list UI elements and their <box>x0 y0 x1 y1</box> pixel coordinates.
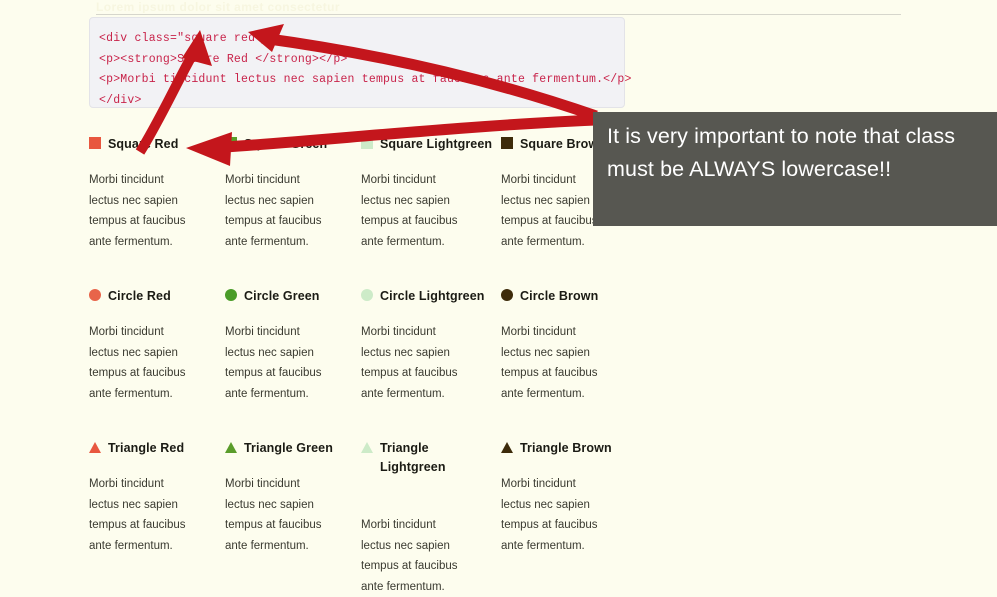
shape-item-header: Circle Green <box>225 287 361 306</box>
shape-item-body: Morbi tincidunt lectus nec sapien tempus… <box>225 174 322 248</box>
shape-item-header: Triangle Brown <box>501 439 637 458</box>
circle-swatch-icon <box>225 289 237 301</box>
code-line-2: <p><strong>Square Red </strong></p> <box>99 52 348 66</box>
shape-item-triangle-green: Triangle Green Morbi tincidunt lectus nec… <box>225 439 361 556</box>
triangle-swatch-icon <box>225 442 237 453</box>
shape-item-body: Morbi tincidunt lectus nec sapien tempus… <box>501 174 598 248</box>
shape-item-title: Square Green <box>244 137 328 151</box>
shape-item-title: Triangle Brown <box>520 441 612 455</box>
shape-row-square: Square Red Morbi tincidunt lectus nec sap… <box>89 135 609 285</box>
shape-item-square-red: Square Red Morbi tincidunt lectus nec sap… <box>89 135 225 252</box>
shape-item-title: Circle Brown <box>520 289 599 303</box>
shape-item-header: Circle Brown <box>501 287 637 306</box>
shape-item-square-green: Square Green Morbi tincidunt lectus nec s… <box>225 135 361 252</box>
shape-item-title: Circle Lightgreen <box>380 289 485 303</box>
circle-swatch-icon <box>361 289 373 301</box>
shape-item-header: Circle Lightgreen <box>361 287 497 306</box>
annotation-tooltip: It is very important to note that class … <box>593 112 997 226</box>
circle-swatch-icon <box>89 289 101 301</box>
shape-row-triangle: Triangle Red Morbi tincidunt lectus nec s… <box>89 439 612 597</box>
shape-item-body: Morbi tincidunt lectus nec sapien tempus… <box>501 478 598 552</box>
shape-item-header: Square Green <box>225 135 361 154</box>
square-swatch-icon <box>501 137 513 149</box>
square-swatch-icon <box>361 137 373 149</box>
ghost-header-text: Lorem ipsum dolor sit amet consectetur <box>96 0 340 13</box>
triangle-swatch-icon <box>501 442 513 453</box>
code-line-3: <p>Morbi tincidunt lectus nec sapien tem… <box>99 73 632 86</box>
shape-item-triangle-brown: Triangle Brown Morbi tincidunt lectus nec… <box>501 439 637 556</box>
shape-item-title: Triangle Lightgreen <box>380 441 446 474</box>
shape-item-triangle-lightgreen: Triangle Lightgreen Morbi tincidunt lectu… <box>361 439 497 597</box>
shape-item-body: Morbi tincidunt lectus nec sapien tempus… <box>501 326 598 400</box>
square-swatch-icon <box>225 137 237 149</box>
shape-item-title: Circle Green <box>244 289 320 303</box>
shape-item-title: Square Red <box>108 137 179 151</box>
page-root: Lorem ipsum dolor sit amet consectetur <… <box>0 0 997 597</box>
header-divider <box>96 14 901 15</box>
code-example-block: <div class="square red"> <p><strong>Squa… <box>89 17 631 111</box>
shape-item-header: Triangle Lightgreen <box>361 439 497 477</box>
circle-swatch-icon <box>501 289 513 301</box>
shape-item-title: Square Lightgreen <box>380 137 493 151</box>
shape-item-title: Triangle Green <box>244 441 333 455</box>
shape-item-header: Triangle Green <box>225 439 361 458</box>
shape-item-body: Morbi tincidunt lectus nec sapien tempus… <box>89 326 186 400</box>
shape-item-header: Triangle Red <box>89 439 225 458</box>
shape-item-body: Morbi tincidunt lectus nec sapien tempus… <box>89 174 186 248</box>
shape-item-circle-green: Circle Green Morbi tincidunt lectus nec s… <box>225 287 361 404</box>
triangle-swatch-icon <box>361 442 373 453</box>
shape-item-square-lightgreen: Square Lightgreen Morbi tincidunt lectus … <box>361 135 497 252</box>
shape-item-title: Triangle Red <box>108 441 185 455</box>
shape-item-circle-red: Circle Red Morbi tincidunt lectus nec sap… <box>89 287 225 404</box>
shape-item-body: Morbi tincidunt lectus nec sapien tempus… <box>361 326 458 400</box>
shape-item-header: Square Lightgreen <box>361 135 497 154</box>
code-line-1: <div class="square red"> <box>99 32 270 45</box>
shape-row-circle: Circle Red Morbi tincidunt lectus nec sap… <box>89 287 609 437</box>
shape-item-circle-lightgreen: Circle Lightgreen Morbi tincidunt lectus … <box>361 287 497 404</box>
code-line-4: </div> <box>99 93 142 107</box>
shape-item-body: Morbi tincidunt lectus nec sapien tempus… <box>225 478 322 552</box>
shape-item-title: Circle Red <box>108 289 171 303</box>
shape-item-header: Square Red <box>89 135 225 154</box>
shape-item-body: Morbi tincidunt lectus nec sapien tempus… <box>89 478 186 552</box>
shape-item-body: Morbi tincidunt lectus nec sapien tempus… <box>225 326 322 400</box>
shape-item-triangle-red: Triangle Red Morbi tincidunt lectus nec s… <box>89 439 225 556</box>
triangle-swatch-icon <box>89 442 101 453</box>
square-swatch-icon <box>89 137 101 149</box>
shape-item-header: Circle Red <box>89 287 225 306</box>
shape-item-body: Morbi tincidunt lectus nec sapien tempus… <box>361 519 458 593</box>
shape-item-circle-brown: Circle Brown Morbi tincidunt lectus nec s… <box>501 287 637 404</box>
code-example-text: <div class="square red"> <p><strong>Squa… <box>90 18 631 111</box>
shape-item-body: Morbi tincidunt lectus nec sapien tempus… <box>361 174 458 248</box>
